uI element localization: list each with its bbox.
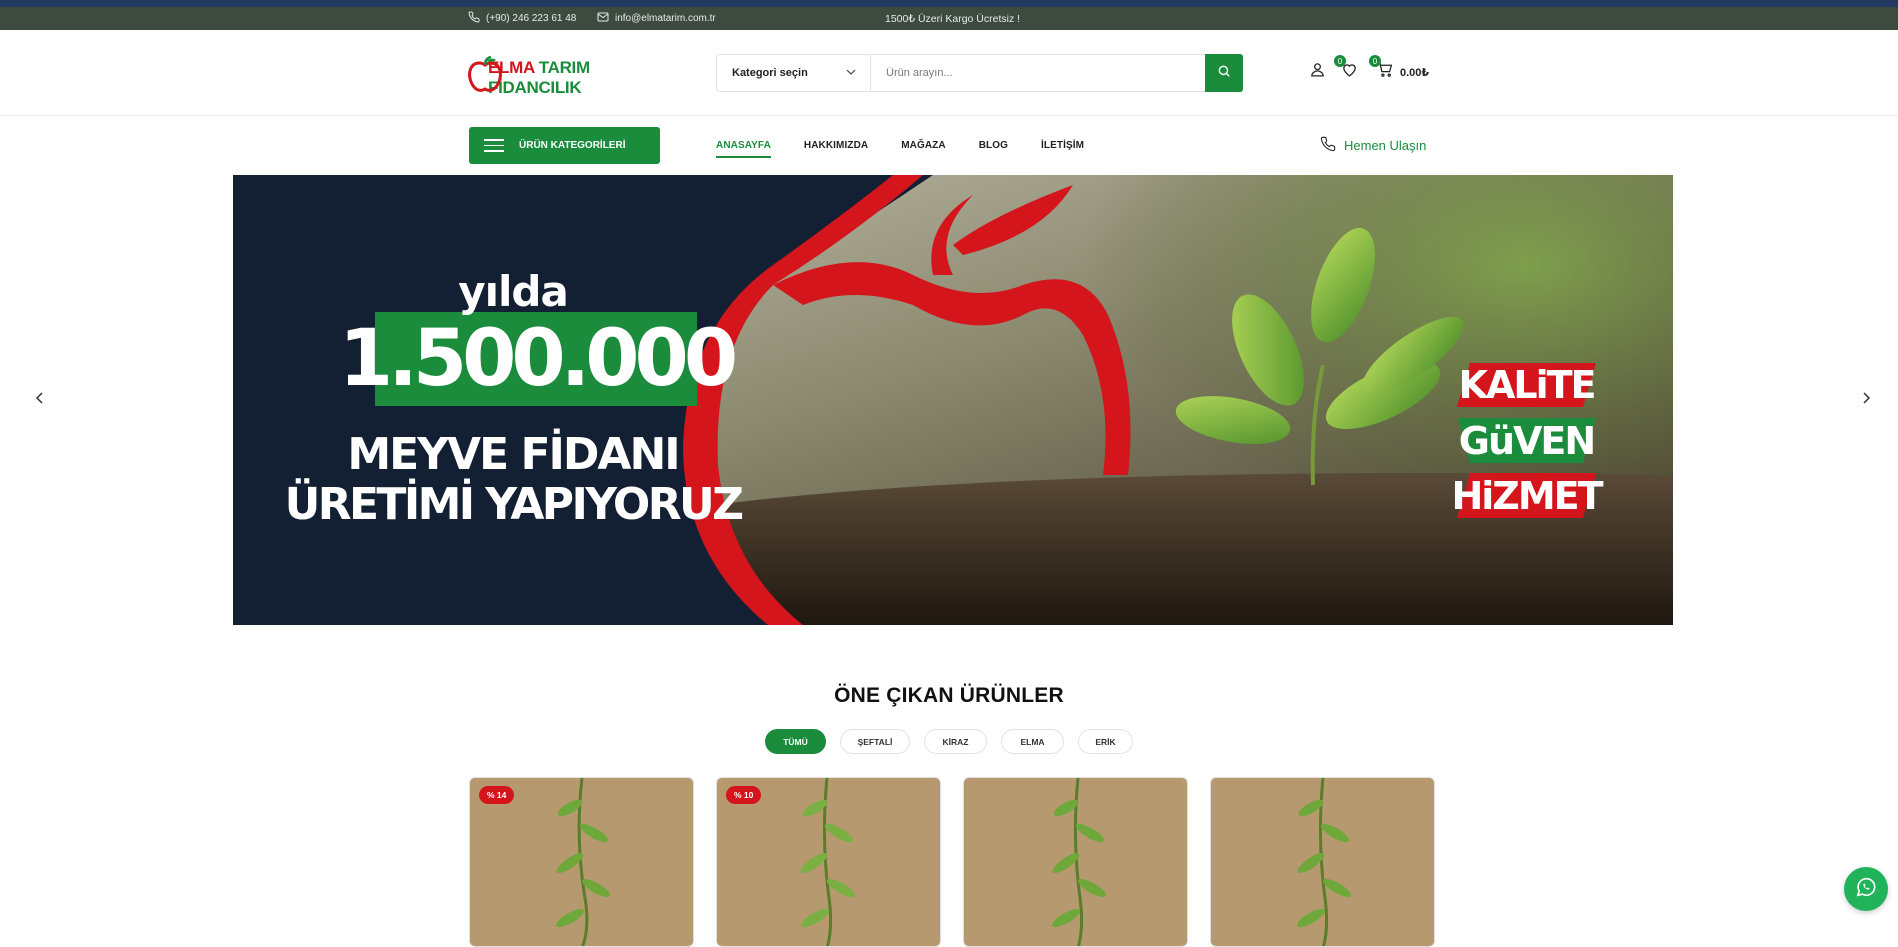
hero-tag-service: HiZMET xyxy=(1451,473,1603,518)
wishlist-button[interactable]: 0 xyxy=(1334,55,1358,84)
product-card[interactable] xyxy=(963,777,1188,947)
nav-item-blog[interactable]: BLOG xyxy=(979,140,1008,151)
mail-icon xyxy=(597,11,609,26)
category-select[interactable]: Kategori seçin xyxy=(717,55,871,91)
filter-tab-plum[interactable]: ERİK xyxy=(1078,729,1133,754)
hero-line2: MEYVE FİDANI xyxy=(347,429,680,480)
user-icon xyxy=(1309,61,1326,83)
topbar-phone[interactable]: (+90) 246 223 61 48 xyxy=(468,7,576,30)
hero-line1: yılda xyxy=(458,267,569,316)
topbar-email-text: info@elmatarim.com.tr xyxy=(615,13,716,24)
cart-icon: 0 xyxy=(1369,55,1394,83)
nav-item-shop[interactable]: MAĞAZA xyxy=(901,140,945,151)
nav-item-contact[interactable]: İLETİŞİM xyxy=(1041,140,1084,151)
filter-tab-peach[interactable]: ŞEFTALİ xyxy=(840,729,910,754)
whatsapp-icon xyxy=(1855,876,1877,903)
chevron-right-icon xyxy=(1859,392,1873,409)
phone-icon xyxy=(1320,136,1336,155)
hero-slider[interactable]: yılda 1.500.000 MEYVE FİDANI ÜRETİMİ YAP… xyxy=(233,175,1673,625)
hero-tag-trust: GüVEN xyxy=(1458,418,1596,463)
product-categories-button[interactable]: ÜRÜN KATEGORİLERİ xyxy=(469,127,660,164)
menu-icon xyxy=(484,135,504,156)
cart-button[interactable]: 0 0.00₺ xyxy=(1369,55,1430,84)
chevron-down-icon xyxy=(846,67,856,80)
search-icon xyxy=(1217,64,1231,83)
filter-tab-apple[interactable]: ELMA xyxy=(1001,729,1064,754)
wishlist-count-badge: 0 xyxy=(1334,55,1346,67)
contact-now-label: Hemen Ulaşın xyxy=(1344,138,1427,153)
top-info-bar: (+90) 246 223 61 48 info@elmatarim.com.t… xyxy=(0,7,1898,30)
nav-item-home[interactable]: ANASAYFA xyxy=(716,140,771,158)
chevron-left-icon xyxy=(33,392,47,409)
search-button[interactable] xyxy=(1205,54,1243,92)
hero-line3: ÜRETİMİ YAPIYORUZ xyxy=(284,479,744,530)
product-grid: % 14 % 10 xyxy=(469,777,1435,947)
contact-now-link[interactable]: Hemen Ulaşın xyxy=(1320,136,1426,155)
product-card[interactable]: % 14 xyxy=(469,777,694,947)
account-button[interactable] xyxy=(1309,60,1326,84)
top-accent-stripe xyxy=(0,0,1898,7)
product-categories-label: ÜRÜN KATEGORİLERİ xyxy=(519,140,626,151)
discount-badge: % 14 xyxy=(479,786,515,804)
category-select-label: Kategori seçin xyxy=(732,67,808,79)
topbar-phone-text: (+90) 246 223 61 48 xyxy=(486,13,577,24)
heart-icon: 0 xyxy=(1334,55,1358,83)
slider-prev-button[interactable] xyxy=(33,391,47,405)
featured-products-title: ÖNE ÇIKAN ÜRÜNLER xyxy=(834,684,1064,707)
whatsapp-chat-button[interactable] xyxy=(1844,867,1888,911)
topbar-email[interactable]: info@elmatarim.com.tr xyxy=(597,7,716,30)
site-logo[interactable]: ELMA TARIM FİDANCILIK xyxy=(468,52,658,98)
product-image xyxy=(1211,778,1434,946)
nav-menu: ANASAYFA HAKKIMIZDA MAĞAZA BLOG İLETİŞİM xyxy=(716,116,1117,175)
slider-next-button[interactable] xyxy=(1859,391,1873,405)
cart-count-badge: 0 xyxy=(1369,55,1381,67)
site-header: ELMA TARIM FİDANCILIK Kategori seçin 0 xyxy=(0,30,1898,116)
search-bar: Kategori seçin xyxy=(716,54,1243,92)
hero-tag-quality: KALiTE xyxy=(1458,363,1597,407)
filter-tab-all[interactable]: TÜMÜ xyxy=(765,729,826,754)
apple-logo-icon xyxy=(468,55,502,95)
phone-icon xyxy=(468,11,480,26)
logo-text: ELMA TARIM FİDANCILIK xyxy=(488,58,658,98)
nav-item-about[interactable]: HAKKIMIZDA xyxy=(804,140,868,151)
hero-number: 1.500.000 xyxy=(338,314,738,404)
product-image xyxy=(964,778,1187,946)
product-card[interactable] xyxy=(1210,777,1435,947)
main-nav: ÜRÜN KATEGORİLERİ ANASAYFA HAKKIMIZDA MA… xyxy=(0,116,1898,175)
discount-badge: % 10 xyxy=(726,786,762,804)
product-filter-tabs: TÜMÜ ŞEFTALİ KİRAZ ELMA ERİK xyxy=(0,729,1898,754)
product-card[interactable]: % 10 xyxy=(716,777,941,947)
topbar-promo: 1500₺ Üzeri Kargo Ücretsiz ! xyxy=(885,12,1021,25)
filter-tab-cherry[interactable]: KİRAZ xyxy=(924,729,987,754)
cart-total: 0.00₺ xyxy=(1400,66,1430,79)
search-input[interactable] xyxy=(871,55,1205,91)
